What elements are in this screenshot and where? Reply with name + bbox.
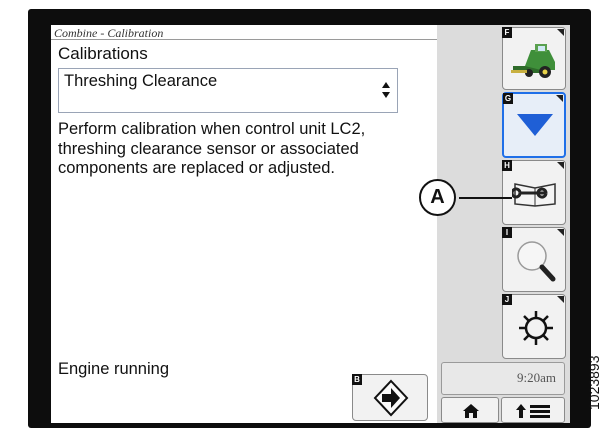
softkey-b-letter: B bbox=[352, 374, 362, 385]
home-icon bbox=[463, 404, 479, 418]
engine-status: Engine running bbox=[58, 360, 170, 378]
softkey-h-letter: H bbox=[502, 160, 512, 171]
softkey-j[interactable]: J bbox=[502, 294, 566, 359]
softkey-g-letter: G bbox=[503, 93, 513, 104]
page-navigation-button[interactable] bbox=[501, 397, 565, 423]
corner-marker bbox=[557, 162, 564, 169]
up-arrow-list-icon bbox=[516, 404, 550, 418]
combine-icon bbox=[511, 44, 555, 78]
gear-icon bbox=[519, 311, 553, 345]
wrench-book-icon bbox=[512, 183, 556, 207]
softkey-f-letter: F bbox=[502, 27, 512, 38]
figure-reference-number: 1023893 bbox=[586, 355, 602, 410]
dropdown-value: Threshing Clearance bbox=[64, 72, 218, 90]
corner-marker bbox=[557, 296, 564, 303]
softkey-b[interactable]: B bbox=[352, 374, 428, 421]
softkey-i[interactable]: I bbox=[502, 227, 566, 292]
magnifier-icon bbox=[517, 241, 556, 282]
section-title: Calibrations bbox=[58, 44, 148, 63]
title-divider bbox=[51, 39, 437, 40]
softkey-j-letter: J bbox=[502, 294, 512, 305]
clock-time: 9:20am bbox=[517, 370, 556, 385]
calibration-dropdown[interactable]: Threshing Clearance bbox=[58, 68, 398, 113]
callout-leader-line bbox=[459, 197, 512, 199]
callout-label: A bbox=[419, 179, 456, 216]
softkey-i-letter: I bbox=[502, 227, 512, 238]
softkey-f[interactable]: F bbox=[502, 27, 566, 90]
enter-arrow-icon bbox=[373, 379, 409, 417]
clock-display: 9:20am bbox=[441, 362, 565, 395]
down-arrow-icon bbox=[517, 114, 553, 136]
softkey-h[interactable]: H bbox=[502, 160, 566, 225]
corner-marker bbox=[557, 29, 564, 36]
corner-marker bbox=[556, 95, 563, 102]
home-button[interactable] bbox=[441, 397, 499, 423]
corner-marker bbox=[557, 229, 564, 236]
updown-arrow-icon bbox=[382, 82, 390, 98]
softkey-g[interactable]: G bbox=[502, 92, 566, 158]
calibration-description: Perform calibration when control unit LC… bbox=[58, 120, 366, 177]
